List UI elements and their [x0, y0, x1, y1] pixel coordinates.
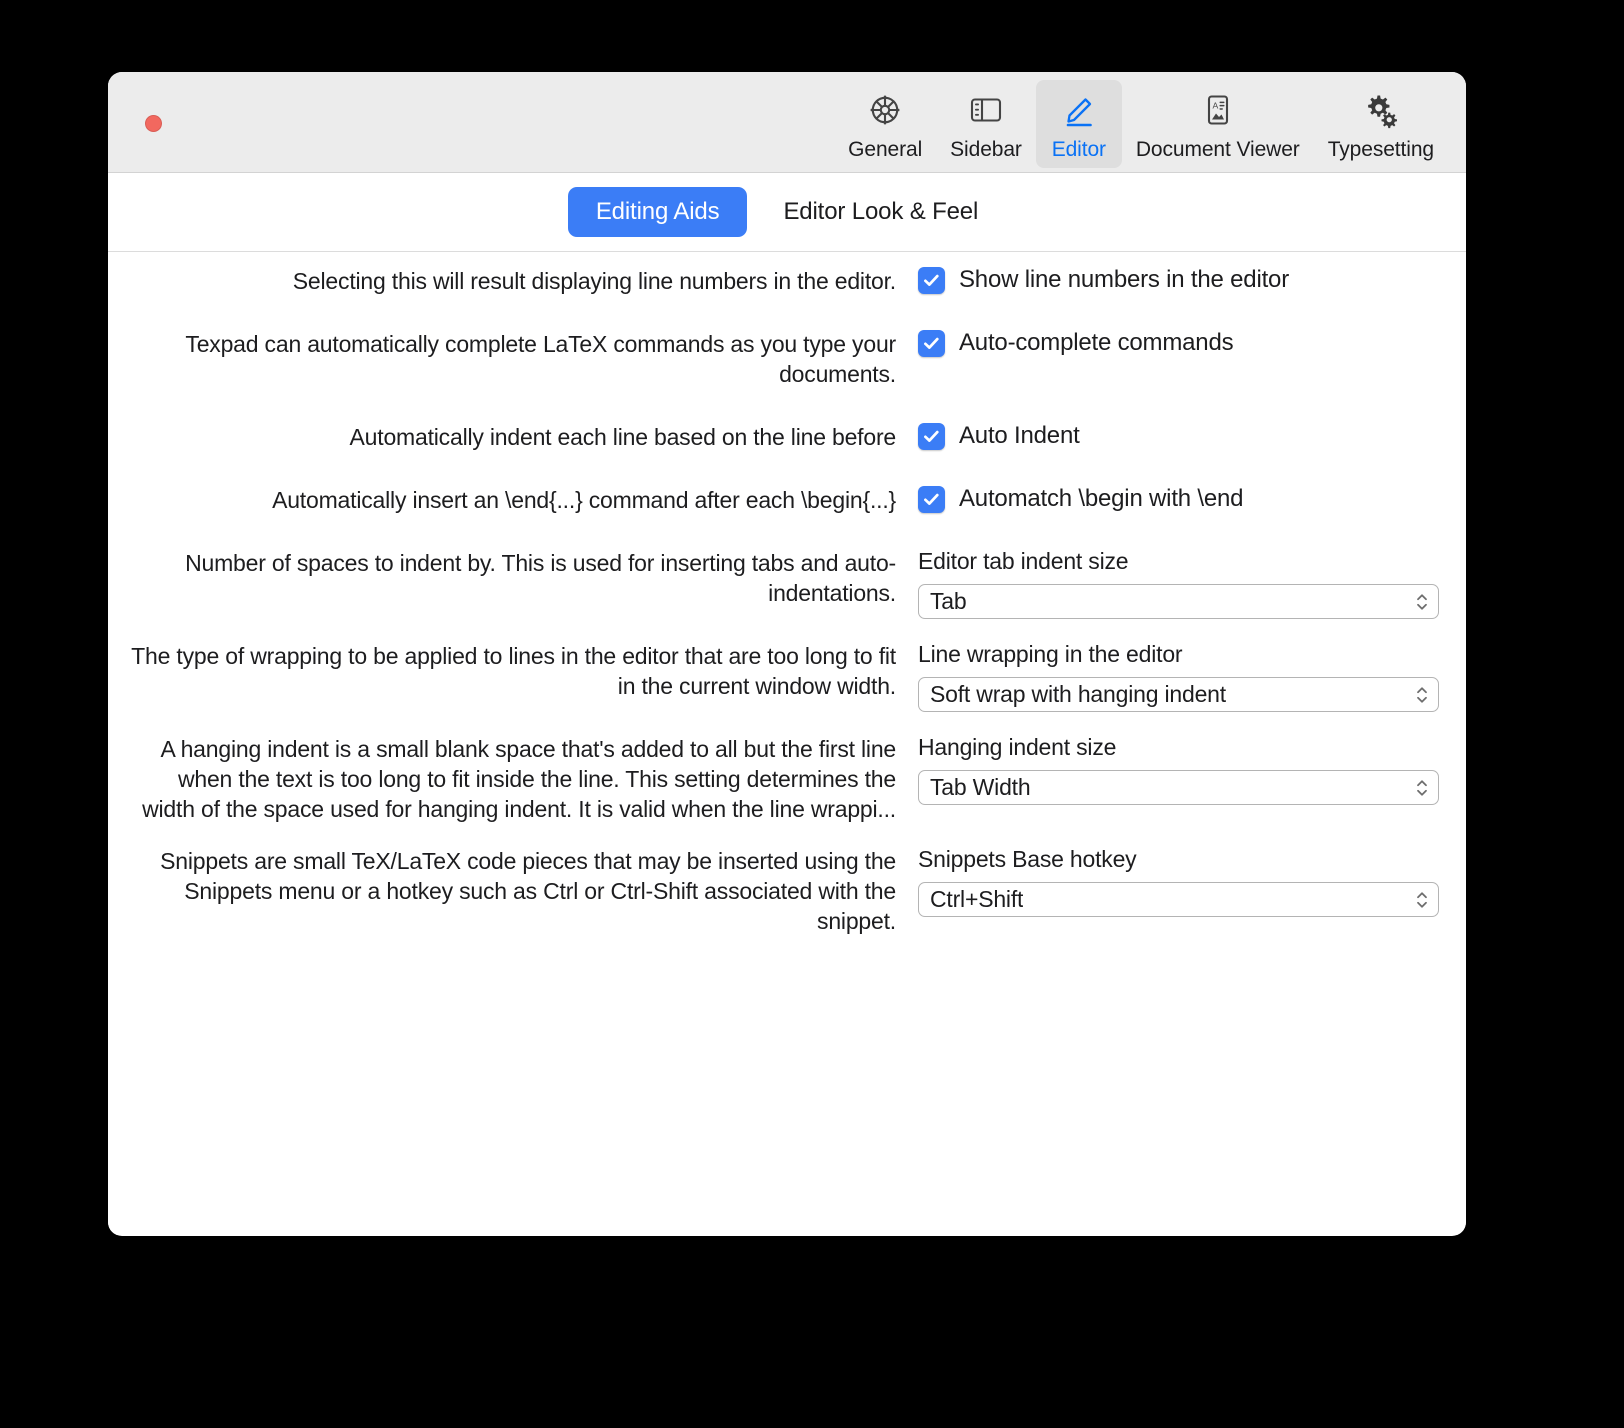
toolbar-item-label: Sidebar — [950, 138, 1022, 161]
toolbar-item-label: Document Viewer — [1135, 138, 1300, 161]
select-value: Tab — [930, 588, 967, 614]
checkbox-auto-indent[interactable]: Auto Indent — [918, 422, 1444, 450]
select-editor-tab-indent-size[interactable]: Tab — [918, 584, 1439, 619]
svg-text:A: A — [1212, 100, 1218, 110]
field-label: Line wrapping in the editor — [918, 641, 1183, 667]
checkmark-icon[interactable] — [918, 422, 945, 450]
checkmark-icon[interactable] — [918, 329, 945, 357]
toolbar-item-sidebar[interactable]: Sidebar — [936, 80, 1036, 168]
setting-row-auto-complete: Texpad can automatically complete LaTeX … — [108, 329, 1466, 389]
setting-row-line-wrapping: The type of wrapping to be applied to li… — [108, 641, 1466, 712]
toolbar-item-label: General — [848, 138, 923, 161]
setting-row-automatch-begin-end: Automatically insert an \end{...} comman… — [108, 485, 1466, 515]
field-label: Snippets Base hotkey — [918, 846, 1137, 872]
pencil-icon — [1059, 89, 1099, 131]
select-value: Tab Width — [930, 774, 1031, 800]
window-toolbar: General Sidebar Editor A Document Viewer… — [108, 72, 1466, 173]
toolbar-item-typesetting[interactable]: Typesetting — [1314, 80, 1448, 168]
checkbox-label: Auto Indent — [959, 422, 1080, 449]
setting-row-hanging-indent-size: A hanging indent is a small blank space … — [108, 734, 1466, 824]
select-value: Soft wrap with hanging indent — [930, 681, 1226, 707]
select-value: Ctrl+Shift — [930, 886, 1024, 912]
setting-description: Automatically insert an \end{...} comman… — [272, 487, 896, 513]
checkbox-auto-complete-commands[interactable]: Auto-complete commands — [918, 329, 1444, 357]
sidebar-icon — [966, 89, 1006, 131]
select-snippets-base-hotkey[interactable]: Ctrl+Shift — [918, 882, 1439, 917]
select-line-wrapping[interactable]: Soft wrap with hanging indent — [918, 677, 1439, 712]
checkmark-icon[interactable] — [918, 485, 945, 513]
tab-editing-aids[interactable]: Editing Aids — [567, 187, 748, 237]
setting-row-snippets-base-hotkey: Snippets are small TeX/LaTeX code pieces… — [108, 846, 1466, 936]
setting-row-editor-tab-indent-size: Number of spaces to indent by. This is u… — [108, 548, 1466, 619]
setting-description: Number of spaces to indent by. This is u… — [185, 550, 896, 606]
close-window-button[interactable] — [145, 115, 162, 132]
toolbar-item-label: Editor — [1051, 138, 1106, 161]
checkbox-label: Automatch \begin with \end — [959, 485, 1244, 512]
setting-description: Snippets are small TeX/LaTeX code pieces… — [160, 848, 896, 934]
toolbar-item-list: General Sidebar Editor A Document Viewer… — [834, 80, 1448, 168]
document-viewer-icon: A — [1198, 89, 1238, 131]
toolbar-item-document-viewer[interactable]: A Document Viewer — [1122, 80, 1314, 168]
gear-icon — [865, 89, 905, 131]
tab-editor-look-and-feel[interactable]: Editor Look & Feel — [755, 187, 1006, 237]
preferences-window: General Sidebar Editor A Document Viewer… — [108, 72, 1466, 1236]
checkbox-show-line-numbers[interactable]: Show line numbers in the editor — [918, 266, 1444, 294]
setting-description: A hanging indent is a small blank space … — [142, 736, 896, 822]
checkbox-label: Show line numbers in the editor — [959, 266, 1289, 293]
checkbox-label: Auto-complete commands — [959, 329, 1234, 356]
tab-bar: Editing Aids Editor Look & Feel — [108, 173, 1466, 252]
select-hanging-indent-size[interactable]: Tab Width — [918, 770, 1439, 805]
chevron-updown-icon[interactable] — [1415, 889, 1429, 911]
setting-description: The type of wrapping to be applied to li… — [131, 643, 896, 699]
chevron-updown-icon[interactable] — [1415, 777, 1429, 799]
setting-description: Automatically indent each line based on … — [349, 424, 897, 450]
toolbar-item-editor[interactable]: Editor — [1035, 80, 1122, 168]
setting-description: Selecting this will result displaying li… — [292, 268, 896, 294]
chevron-updown-icon[interactable] — [1415, 591, 1429, 613]
chevron-updown-icon[interactable] — [1415, 684, 1429, 706]
setting-row-auto-indent: Automatically indent each line based on … — [108, 422, 1466, 452]
toolbar-item-label: Typesetting — [1327, 138, 1434, 161]
field-label: Hanging indent size — [918, 734, 1117, 760]
gears-icon — [1361, 89, 1401, 131]
traffic-light-buttons — [145, 115, 162, 132]
setting-description: Texpad can automatically complete LaTeX … — [185, 331, 896, 387]
toolbar-item-general[interactable]: General — [834, 80, 936, 168]
setting-row-show-line-numbers: Selecting this will result displaying li… — [108, 266, 1466, 296]
checkbox-automatch-begin-with-end[interactable]: Automatch \begin with \end — [918, 485, 1444, 513]
field-label: Editor tab indent size — [918, 548, 1129, 574]
checkmark-icon[interactable] — [918, 266, 945, 294]
preferences-content: Selecting this will result displaying li… — [108, 252, 1466, 1235]
